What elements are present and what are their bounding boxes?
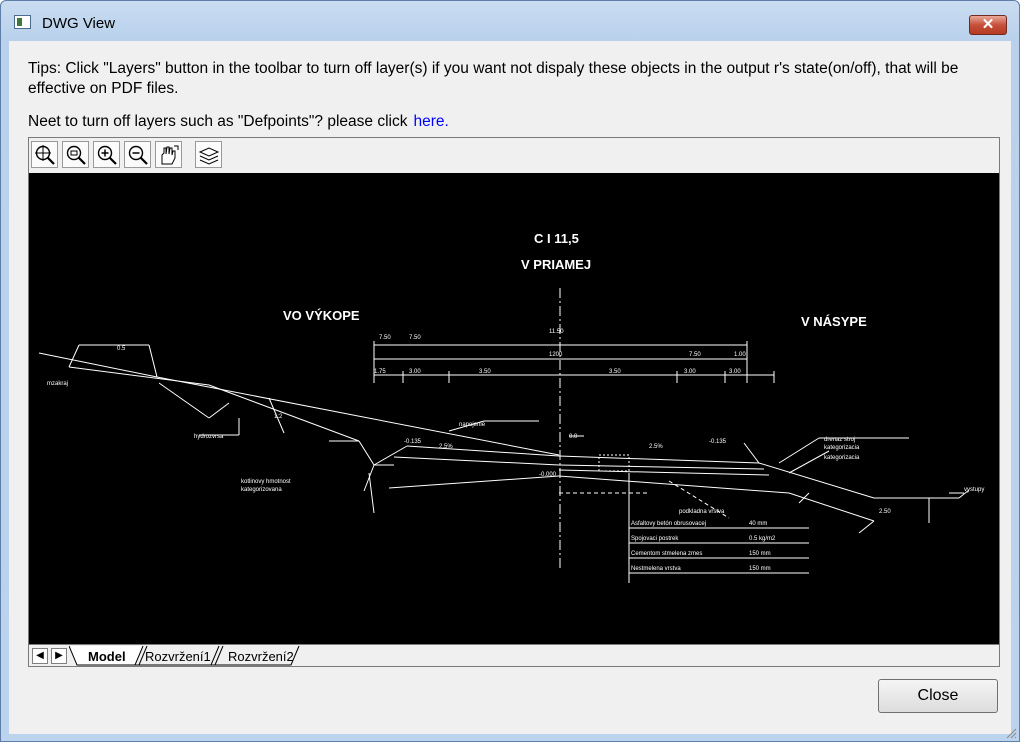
layers-hint: Neet to turn off layers such as "Defpoin…: [28, 113, 449, 131]
drawing-label-right: V NÁSYPE: [801, 314, 867, 329]
tab-rozvrzeni1[interactable]: Rozvržení1: [145, 649, 211, 664]
svg-text:3.00: 3.00: [729, 369, 741, 375]
title-bar: DWG View ✕: [1, 1, 1019, 41]
svg-text:napojenie: napojenie: [459, 422, 486, 428]
tab-rozvrzeni2[interactable]: Rozvržení2: [228, 649, 294, 664]
tab-prev-button[interactable]: ◀: [32, 648, 48, 664]
svg-text:0.5 kg/m2: 0.5 kg/m2: [749, 536, 776, 542]
svg-text:40 mm: 40 mm: [749, 521, 767, 527]
drawing-title-top: C I 11,5: [534, 231, 579, 246]
svg-text:drenaz stroj: drenaz stroj: [824, 437, 855, 443]
svg-text:hydrozvrsa: hydrozvrsa: [194, 434, 224, 440]
pan-hand-icon: [161, 145, 179, 165]
tab-model[interactable]: Model: [88, 649, 126, 664]
svg-text:-0.135: -0.135: [709, 439, 727, 445]
zoom-out-button[interactable]: [124, 141, 151, 168]
window-title: DWG View: [42, 15, 116, 32]
layers-button[interactable]: [195, 141, 222, 168]
svg-text:kategorizovana: kategorizovana: [241, 487, 282, 493]
cad-drawing: 7.50 7.5011.50 1200 7.50 1.00 1.75 3.00 3.50 …: [38, 231, 984, 583]
svg-text:7.50: 7.50: [409, 335, 421, 341]
svg-text:kategorizacia: kategorizacia: [824, 445, 860, 451]
viewer-toolbar: [29, 138, 999, 173]
svg-text:2.5%: 2.5%: [439, 444, 453, 450]
svg-text:1:2: 1:2: [274, 414, 283, 420]
svg-text:3.50: 3.50: [609, 369, 621, 375]
dialog-client: Tips: Click "Layers" button in the toolb…: [9, 41, 1011, 734]
window-close-button[interactable]: ✕: [969, 15, 1007, 35]
svg-text:1.00: 1.00: [734, 352, 746, 358]
svg-text:-0.135: -0.135: [404, 439, 422, 445]
svg-text:Spojovaci postrek: Spojovaci postrek: [631, 536, 679, 542]
svg-text:Nestmelena vrstva: Nestmelena vrstva: [631, 566, 681, 572]
dwg-viewer: 7.50 7.50 11.50 1200 7.50 1.00 1.75 3.00 3.50 …: [28, 137, 1000, 667]
svg-text:3.50: 3.50: [479, 369, 491, 375]
svg-text:kategorizacia: kategorizacia: [824, 455, 860, 461]
svg-text:150 mm: 150 mm: [749, 551, 771, 557]
svg-text:kotlinovy hmotnost: kotlinovy hmotnost: [241, 479, 291, 485]
zoom-window-icon: [66, 145, 86, 165]
svg-text:-0.000: -0.000: [539, 472, 557, 478]
svg-text:mzakraj: mzakraj: [47, 381, 68, 387]
tab-next-button[interactable]: ▶: [51, 648, 67, 664]
here-link[interactable]: here.: [413, 113, 448, 130]
svg-text:3.00: 3.00: [409, 369, 421, 375]
zoom-in-icon: [97, 145, 117, 165]
dwg-view-window: DWG View ✕ Tips: Click "Layers" button i…: [0, 0, 1020, 742]
svg-text:Cementom stmelena zmes: Cementom stmelena zmes: [631, 551, 702, 557]
svg-text:2.50: 2.50: [879, 509, 891, 515]
svg-text:1200: 1200: [549, 352, 563, 358]
svg-text:7.50: 7.50: [379, 335, 391, 341]
drawing-canvas[interactable]: 7.50 7.50 11.50 1200 7.50 1.00 1.75 3.00 3.50 …: [29, 173, 999, 644]
zoom-out-icon: [128, 145, 148, 165]
drawing-title-sub: V PRIAMEJ: [521, 257, 591, 272]
tips-text: Tips: Click "Layers" button in the toolb…: [28, 60, 959, 97]
zoom-extents-icon: [35, 145, 55, 165]
svg-text:2.5%: 2.5%: [649, 444, 663, 450]
svg-text:7.50: 7.50: [689, 352, 701, 358]
svg-text:0.0: 0.0: [569, 434, 578, 440]
pan-button[interactable]: [155, 141, 182, 168]
svg-text:vystupy: vystupy: [964, 487, 984, 493]
resize-grip-icon[interactable]: [1005, 727, 1017, 739]
app-icon: [14, 15, 31, 29]
svg-text:podkladna vrstva: podkladna vrstva: [679, 509, 725, 515]
layers-hint-text: Neet to turn off layers such as "Defpoin…: [28, 113, 408, 130]
svg-text:Asfaltovy betón obrusovacej: Asfaltovy betón obrusovacej: [631, 521, 706, 527]
svg-text:0.5: 0.5: [117, 346, 126, 352]
zoom-window-button[interactable]: [62, 141, 89, 168]
layers-icon: [198, 147, 220, 165]
layout-tabs: ◀ ▶ Model Rozvržení1 Rozvržení2: [29, 644, 999, 667]
svg-text:3.00: 3.00: [684, 369, 696, 375]
svg-text:11.50: 11.50: [549, 329, 564, 335]
zoom-extents-button[interactable]: [31, 141, 58, 168]
svg-text:1.75: 1.75: [374, 369, 386, 375]
zoom-in-button[interactable]: [93, 141, 120, 168]
svg-text:150 mm: 150 mm: [749, 566, 771, 572]
close-button[interactable]: Close: [878, 679, 998, 713]
drawing-label-left: VO VÝKOPE: [283, 308, 360, 323]
